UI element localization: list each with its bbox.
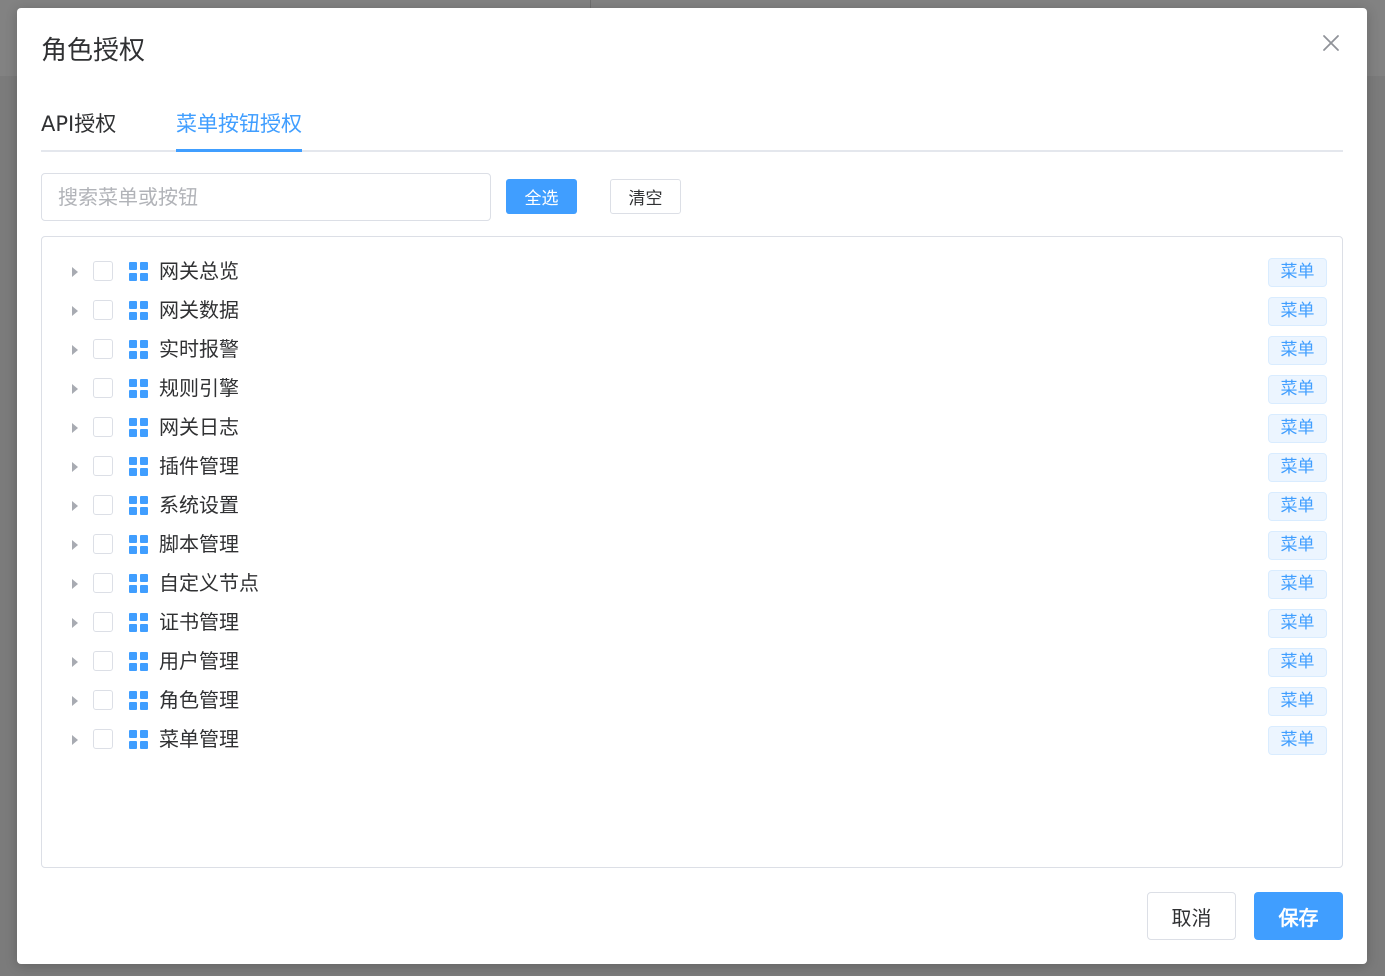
- menu-type-tag: 菜单: [1268, 453, 1327, 482]
- caret-right-icon[interactable]: [72, 657, 78, 667]
- grid-icon: [129, 613, 148, 632]
- menu-type-tag: 菜单: [1268, 492, 1327, 521]
- caret-right-icon[interactable]: [72, 540, 78, 550]
- role-authorization-dialog: 角色授权 API授权 菜单按钮授权 全选 清空 网关总览菜单网关数据菜单实时报警…: [17, 8, 1367, 964]
- caret-right-icon[interactable]: [72, 462, 78, 472]
- tree-node-label: 实时报警: [159, 337, 239, 361]
- close-icon[interactable]: [1320, 32, 1342, 54]
- tree-node-label: 用户管理: [159, 649, 239, 673]
- tree-node-label: 系统设置: [159, 493, 239, 517]
- caret-right-icon[interactable]: [72, 267, 78, 277]
- caret-right-icon[interactable]: [72, 696, 78, 706]
- node-checkbox[interactable]: [93, 534, 113, 554]
- node-checkbox[interactable]: [93, 456, 113, 476]
- node-checkbox[interactable]: [93, 612, 113, 632]
- cancel-button[interactable]: 取消: [1147, 892, 1236, 940]
- menu-type-tag: 菜单: [1268, 570, 1327, 599]
- tree-node[interactable]: 插件管理 菜单: [42, 448, 1342, 487]
- tree-node[interactable]: 角色管理 菜单: [42, 682, 1342, 721]
- tree-node-label: 证书管理: [159, 610, 239, 634]
- tree-node[interactable]: 网关数据 菜单: [42, 292, 1342, 331]
- menu-type-tag: 菜单: [1268, 531, 1327, 560]
- node-checkbox[interactable]: [93, 690, 113, 710]
- node-checkbox[interactable]: [93, 651, 113, 671]
- tree-node-label: 规则引擎: [159, 376, 239, 400]
- grid-icon: [129, 496, 148, 515]
- tree-node[interactable]: 系统设置 菜单: [42, 487, 1342, 526]
- select-all-button[interactable]: 全选: [506, 179, 577, 214]
- grid-icon: [129, 652, 148, 671]
- tab-active-indicator: [176, 149, 302, 152]
- tree-node[interactable]: 实时报警 菜单: [42, 331, 1342, 370]
- grid-icon: [129, 535, 148, 554]
- tree-node-label: 自定义节点: [159, 571, 259, 595]
- tree-node-label: 网关数据: [159, 298, 239, 322]
- tree-node[interactable]: 网关日志 菜单: [42, 409, 1342, 448]
- grid-icon: [129, 457, 148, 476]
- grid-icon: [129, 340, 148, 359]
- menu-type-tag: 菜单: [1268, 726, 1327, 755]
- node-checkbox[interactable]: [93, 378, 113, 398]
- tree-node[interactable]: 脚本管理 菜单: [42, 526, 1342, 565]
- tree-node[interactable]: 规则引擎 菜单: [42, 370, 1342, 409]
- tab-api-authorization[interactable]: API授权: [41, 108, 116, 140]
- tree-node-label: 菜单管理: [159, 727, 239, 751]
- search-input[interactable]: [41, 173, 491, 221]
- tree-node-label: 网关总览: [159, 259, 239, 283]
- grid-icon: [129, 691, 148, 710]
- menu-type-tag: 菜单: [1268, 648, 1327, 677]
- grid-icon: [129, 574, 148, 593]
- grid-icon: [129, 301, 148, 320]
- node-checkbox[interactable]: [93, 729, 113, 749]
- caret-right-icon[interactable]: [72, 384, 78, 394]
- node-checkbox[interactable]: [93, 417, 113, 437]
- caret-right-icon[interactable]: [72, 345, 78, 355]
- caret-right-icon[interactable]: [72, 579, 78, 589]
- dialog-title: 角色授权: [41, 36, 146, 66]
- tree-node[interactable]: 自定义节点 菜单: [42, 565, 1342, 604]
- tree-node[interactable]: 网关总览 菜单: [42, 253, 1342, 292]
- tree-node[interactable]: 证书管理 菜单: [42, 604, 1342, 643]
- grid-icon: [129, 418, 148, 437]
- grid-icon: [129, 730, 148, 749]
- node-checkbox[interactable]: [93, 573, 113, 593]
- grid-icon: [129, 262, 148, 281]
- save-button[interactable]: 保存: [1254, 892, 1343, 940]
- caret-right-icon[interactable]: [72, 306, 78, 316]
- menu-type-tag: 菜单: [1268, 336, 1327, 365]
- background-divider: [590, 0, 591, 8]
- node-checkbox[interactable]: [93, 261, 113, 281]
- menu-tree-panel: 网关总览 菜单 网关数据 菜单 实时报警 菜单 规则引擎 菜单 网关日志 菜单 插件管理 菜单 系统设置…: [41, 236, 1343, 868]
- menu-type-tag: 菜单: [1268, 297, 1327, 326]
- caret-right-icon[interactable]: [72, 618, 78, 628]
- caret-right-icon[interactable]: [72, 501, 78, 511]
- tree-node-label: 插件管理: [159, 454, 239, 478]
- tree-node-label: 角色管理: [159, 688, 239, 712]
- menu-type-tag: 菜单: [1268, 258, 1327, 287]
- node-checkbox[interactable]: [93, 495, 113, 515]
- tree-node[interactable]: 菜单管理 菜单: [42, 721, 1342, 760]
- grid-icon: [129, 379, 148, 398]
- node-checkbox[interactable]: [93, 339, 113, 359]
- caret-right-icon[interactable]: [72, 735, 78, 745]
- menu-type-tag: 菜单: [1268, 414, 1327, 443]
- node-checkbox[interactable]: [93, 300, 113, 320]
- tabs-bar: API授权 菜单按钮授权: [41, 104, 1343, 152]
- menu-tree: 网关总览 菜单 网关数据 菜单 实时报警 菜单 规则引擎 菜单 网关日志 菜单 插件管理 菜单 系统设置…: [42, 253, 1342, 760]
- tree-node-label: 网关日志: [159, 415, 239, 439]
- menu-type-tag: 菜单: [1268, 375, 1327, 404]
- tab-menu-button-authorization[interactable]: 菜单按钮授权: [176, 108, 302, 140]
- menu-type-tag: 菜单: [1268, 609, 1327, 638]
- caret-right-icon[interactable]: [72, 423, 78, 433]
- tree-node-label: 脚本管理: [159, 532, 239, 556]
- tree-node[interactable]: 用户管理 菜单: [42, 643, 1342, 682]
- menu-type-tag: 菜单: [1268, 687, 1327, 716]
- clear-button[interactable]: 清空: [610, 179, 681, 214]
